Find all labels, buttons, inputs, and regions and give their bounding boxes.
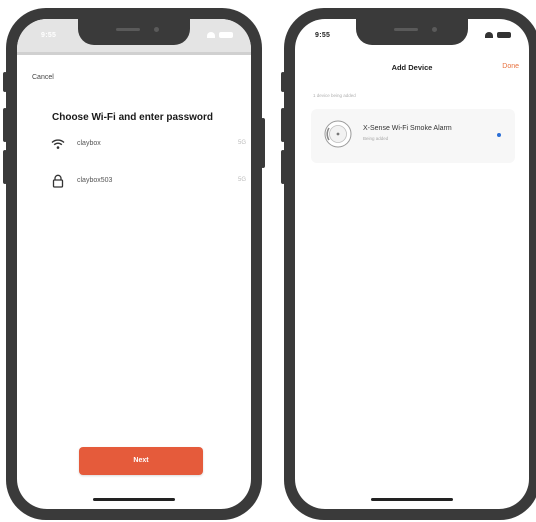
smoke-alarm-icon [324,120,352,148]
network-band: 5G [237,140,246,146]
status-time: 9:55 [41,32,57,39]
section-caption: 1 device being added [313,93,356,98]
network-name: claybox [77,140,101,147]
mute-switch [281,72,285,92]
volume-up-button [3,108,7,142]
wifi-network-row[interactable]: claybox 5G [51,137,246,153]
network-band: 5G [237,177,246,183]
home-indicator[interactable] [93,498,175,501]
camera [432,27,437,32]
network-name: claybox503 [77,177,113,184]
wifi-network-row[interactable]: claybox503 5G [51,174,246,190]
speaker [116,28,140,31]
battery-icon [497,32,511,38]
device-status: Being added [363,136,389,141]
phone-frame-right: 9:55 Add Device Done 1 device being adde… [281,8,536,520]
wifi-icon [51,139,65,149]
next-button[interactable]: Next [79,447,203,475]
notch [78,19,190,45]
device-card[interactable]: X-Sense Wi-Fi Smoke Alarm Being added [311,109,515,163]
volume-up-button [281,108,285,142]
nav-title: Add Device [391,63,433,72]
home-indicator[interactable] [371,498,453,501]
screen-left: 9:55 Cancel Choose Wi-Fi and enter passw… [17,19,251,509]
power-button [261,118,265,168]
phone-frame-left: 9:55 Cancel Choose Wi-Fi and enter passw… [3,8,265,520]
speaker [394,28,418,31]
mute-switch [3,72,7,92]
wifi-status-icon [207,32,215,38]
screen-right: 9:55 Add Device Done 1 device being adde… [295,19,529,509]
device-name: X-Sense Wi-Fi Smoke Alarm [363,125,452,132]
volume-down-button [3,150,7,184]
cancel-button[interactable]: Cancel [32,74,54,81]
battery-icon [219,32,233,38]
wifi-status-icon [485,32,493,38]
status-dot [497,133,501,137]
camera [154,27,159,32]
volume-down-button [281,150,285,184]
page-title: Choose Wi-Fi and enter password [52,112,214,123]
notch [356,19,468,45]
status-time: 9:55 [315,32,331,39]
done-button[interactable]: Done [502,63,519,70]
lock-icon [52,174,64,188]
